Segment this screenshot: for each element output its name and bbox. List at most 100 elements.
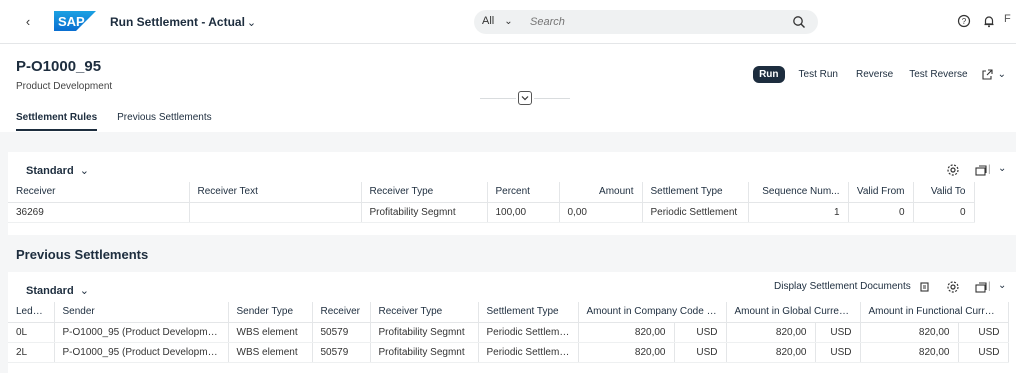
help-icon[interactable]: ? xyxy=(957,14,971,28)
column-header[interactable]: Amount in Company Code C... xyxy=(578,302,727,323)
cell: WBS element xyxy=(228,322,313,343)
column-header[interactable]: Settlement Type xyxy=(478,302,579,323)
column-header[interactable]: Amount in Global Currency xyxy=(726,302,861,323)
svg-text:SAP: SAP xyxy=(58,14,85,29)
app-title: Run Settlement - Actual xyxy=(110,15,245,29)
cell: 0L xyxy=(8,322,55,343)
search-scope-select[interactable]: All ⌄ xyxy=(482,15,513,27)
run-button[interactable]: Run xyxy=(753,66,785,83)
back-button[interactable]: ‹ xyxy=(18,12,38,32)
column-header[interactable]: Receiver xyxy=(8,182,190,203)
object-title: P-O1000_95 xyxy=(16,58,102,75)
settlement-rules-table: Receiver Receiver Text Receiver Type Per… xyxy=(8,182,975,223)
cell: Periodic Settlement xyxy=(478,322,579,343)
column-header[interactable]: Settlement Type xyxy=(642,182,749,203)
tab-previous-settlements[interactable]: Previous Settlements xyxy=(117,112,212,131)
table-row[interactable]: 2L P-O1000_95 (Product Development) WBS … xyxy=(8,342,1009,363)
column-header[interactable]: Receiver Type xyxy=(361,182,488,203)
cell: 820,00 xyxy=(726,342,816,363)
cell: Profitability Segmnt xyxy=(361,202,488,223)
column-header[interactable]: Receiver Type xyxy=(370,302,479,323)
cell: USD xyxy=(674,342,727,363)
share-icon[interactable] xyxy=(980,68,994,82)
divider xyxy=(534,98,570,99)
cell: Profitability Segmnt xyxy=(370,342,479,363)
cell: 36269 xyxy=(8,202,190,223)
variant-select[interactable]: Standard ⌄ xyxy=(26,164,89,177)
test-reverse-button[interactable]: Test Reverse xyxy=(903,66,973,83)
search-field: All ⌄ xyxy=(474,10,818,34)
chevron-down-icon: ⌄ xyxy=(246,17,257,29)
table-row[interactable]: 36269 Profitability Segmnt 100,00 0,00 P… xyxy=(8,202,975,223)
app-title-menu[interactable]: Run Settlement - Actual ⌄ xyxy=(110,15,256,29)
test-run-button[interactable]: Test Run xyxy=(793,66,844,83)
cell: USD xyxy=(958,342,1009,363)
chevron-down-icon[interactable]: ⌄ xyxy=(998,163,1006,174)
settings-icon[interactable] xyxy=(946,163,960,177)
chevron-down-icon: ⌄ xyxy=(79,285,89,297)
settings-icon[interactable] xyxy=(946,280,960,294)
settlement-rules-panel: Standard ⌄ | ⌄ Receiver Receiver Text Rec… xyxy=(8,152,1016,235)
cell: Profitability Segmnt xyxy=(370,322,479,343)
column-header[interactable]: Amount xyxy=(559,182,643,203)
cell: 0,00 xyxy=(559,202,643,223)
divider xyxy=(480,98,516,99)
cell: 50579 xyxy=(312,322,371,343)
previous-settlements-table: Ledger Sender Sender Type Receiver Recei… xyxy=(8,302,1009,363)
column-header[interactable]: Amount in Functional Currency xyxy=(860,302,1009,323)
cell xyxy=(189,202,362,223)
cell: 0 xyxy=(848,202,914,223)
table-row[interactable]: 0L P-O1000_95 (Product Development) WBS … xyxy=(8,322,1009,343)
cell: 50579 xyxy=(312,342,371,363)
cell: 820,00 xyxy=(578,342,675,363)
cell: 820,00 xyxy=(860,342,959,363)
cell: USD xyxy=(674,322,727,343)
collapse-header-button[interactable] xyxy=(518,91,532,105)
cell: P-O1000_95 (Product Development) xyxy=(54,342,229,363)
cell: Periodic Settlement xyxy=(478,342,579,363)
column-header[interactable]: Percent xyxy=(487,182,560,203)
tab-settlement-rules[interactable]: Settlement Rules xyxy=(16,112,98,131)
column-header[interactable]: Valid To xyxy=(913,182,975,203)
cell: 820,00 xyxy=(860,322,959,343)
object-header: P-O1000_95 Product Development Run Test … xyxy=(0,44,1016,132)
export-icon[interactable] xyxy=(974,280,988,294)
chevron-down-icon xyxy=(521,96,529,101)
search-input[interactable] xyxy=(530,13,770,31)
header-actions: Run Test Run Reverse Test Reverse ⌄ xyxy=(753,66,1006,83)
search-icon[interactable] xyxy=(792,15,806,29)
column-header[interactable]: Sequence Num... xyxy=(748,182,849,203)
copy-icon[interactable] xyxy=(918,280,932,294)
cell: 820,00 xyxy=(726,322,816,343)
chevron-down-icon: ⌄ xyxy=(79,165,89,177)
column-header[interactable]: Receiver Text xyxy=(189,182,362,203)
chevron-down-icon[interactable]: ⌄ xyxy=(998,280,1006,291)
avatar[interactable]: F xyxy=(1004,13,1011,25)
column-header[interactable]: Receiver xyxy=(312,302,371,323)
column-header[interactable]: Sender xyxy=(54,302,229,323)
column-header[interactable]: Valid From xyxy=(848,182,914,203)
cell: USD xyxy=(815,342,861,363)
reverse-button[interactable]: Reverse xyxy=(850,66,899,83)
table-header-row: Ledger Sender Sender Type Receiver Recei… xyxy=(8,302,1009,323)
cell: WBS element xyxy=(228,342,313,363)
chevron-down-icon[interactable]: ⌄ xyxy=(998,69,1006,80)
cell: 100,00 xyxy=(487,202,560,223)
shell-bar: ‹ SAP Run Settlement - Actual⌄ All⌄ ? F xyxy=(0,0,1016,44)
cell: Periodic Settlement xyxy=(642,202,749,223)
cell: P-O1000_95 (Product Development) xyxy=(54,322,229,343)
column-header[interactable]: Sender Type xyxy=(228,302,313,323)
column-header[interactable]: Ledger xyxy=(8,302,55,323)
sap-logo[interactable]: SAP xyxy=(54,11,96,31)
display-settlement-documents-button[interactable]: Display Settlement Documents xyxy=(774,281,911,292)
tab-bar: Settlement Rules Previous Settlements xyxy=(16,112,212,131)
cell: 0 xyxy=(913,202,975,223)
table-header-row: Receiver Receiver Text Receiver Type Per… xyxy=(8,182,975,203)
previous-settlements-panel: Standard ⌄ Display Settlement Documents |… xyxy=(8,272,1016,373)
cell: 820,00 xyxy=(578,322,675,343)
export-icon[interactable] xyxy=(974,163,988,177)
chevron-down-icon: ⌄ xyxy=(504,16,513,27)
variant-select[interactable]: Standard ⌄ xyxy=(26,284,89,297)
svg-text:?: ? xyxy=(962,17,967,26)
notifications-icon[interactable] xyxy=(982,14,996,28)
